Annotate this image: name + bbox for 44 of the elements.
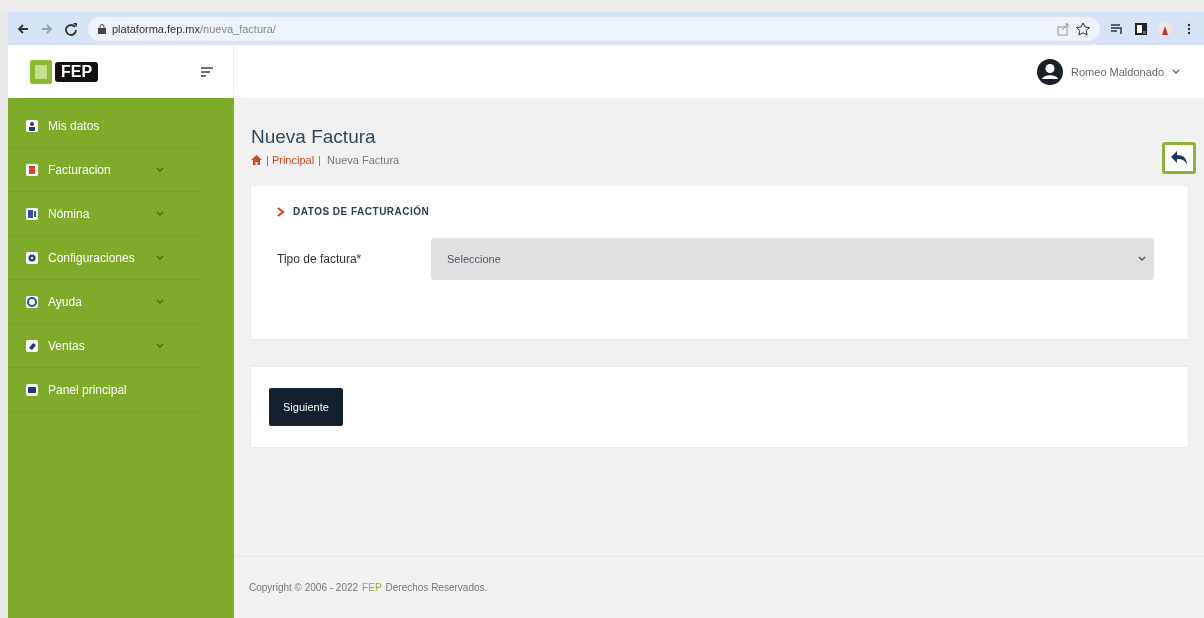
chevron-down-icon[interactable] — [1172, 68, 1180, 75]
menu-item-icon — [26, 119, 38, 132]
reply-arrow-icon — [1170, 150, 1188, 166]
star-icon[interactable] — [1076, 21, 1090, 36]
menu-item-icon — [26, 383, 38, 396]
lock-icon — [98, 23, 106, 34]
home-icon[interactable] — [251, 155, 262, 165]
sidebar-item[interactable]: Facturacion — [8, 148, 200, 192]
breadcrumb-current: | Nueva Factura — [318, 154, 400, 166]
sidebar-item[interactable]: Panel principal — [8, 368, 200, 412]
field-label: Tipo de factura* — [277, 252, 363, 266]
user-avatar-icon[interactable] — [1037, 58, 1064, 85]
menu-item-icon — [26, 251, 38, 264]
menu-icon[interactable] — [201, 66, 213, 77]
sidebar-item[interactable]: Ventas — [8, 324, 200, 368]
menu-item-icon — [26, 339, 38, 352]
share-icon[interactable] — [1056, 21, 1070, 36]
chevron-right-icon — [277, 206, 285, 217]
reload-icon[interactable] — [64, 21, 78, 36]
copyright-text: Copyright © 2006 - 2022 — [249, 582, 359, 593]
profile-avatar-icon[interactable] — [1158, 21, 1172, 36]
next-button[interactable]: Siguiente — [269, 388, 343, 426]
section-title: DATOS DE FACTURACIÓN — [293, 206, 430, 217]
playlist-icon[interactable] — [1110, 21, 1124, 36]
page-title: Nueva Factura — [251, 126, 377, 148]
menu-item-icon — [26, 295, 38, 308]
breadcrumb-link[interactable]: | Principal — [266, 154, 315, 166]
brand-link[interactable]: FEP — [362, 582, 382, 593]
document-logo-icon — [30, 59, 52, 84]
user-name[interactable]: Romeo Maldonado — [1071, 65, 1164, 78]
extension-icon[interactable] — [1134, 21, 1148, 36]
menu-item-icon — [26, 163, 38, 176]
sidebar-item[interactable]: Configuraciones — [8, 236, 200, 280]
chevron-down-icon — [1138, 256, 1146, 262]
logo-text: FEP — [55, 61, 99, 82]
sidebar-item[interactable]: Mis datos — [8, 104, 200, 148]
sidebar-item[interactable]: Nómina — [8, 192, 200, 236]
menu-item-icon — [26, 207, 38, 220]
back-button[interactable] — [1162, 142, 1196, 174]
rights-text: Derechos Reservados. — [385, 582, 488, 593]
invoice-type-select[interactable]: Seleccione — [431, 238, 1154, 280]
address-bar[interactable]: plataforma.fep.mx/nueva_factura/ — [88, 16, 1100, 41]
back-arrow-icon[interactable] — [16, 21, 30, 36]
sidebar-item[interactable]: Ayuda — [8, 280, 200, 324]
